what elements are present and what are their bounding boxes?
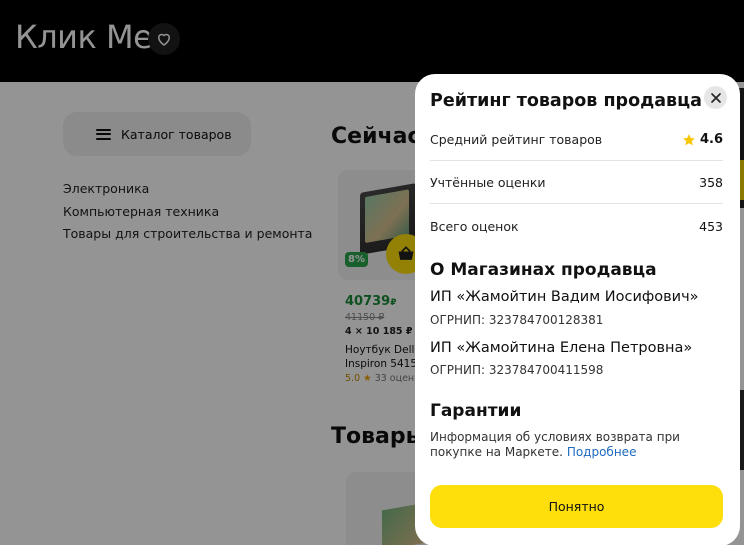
stat-counted-ratings: Учтённые оценки 358 (430, 162, 723, 204)
shops-heading: О Магазинах продавца (430, 260, 657, 280)
stat-value: 358 (699, 175, 723, 190)
dialog-title: Рейтинг товаров продавца (430, 91, 702, 111)
ok-button[interactable]: Понятно (430, 485, 723, 528)
stat-label: Всего оценок (430, 218, 519, 234)
shop-ogrn: ОГРНИП: 323784700411598 (430, 363, 604, 377)
shop-ogrn: ОГРНИП: 323784700128381 (430, 313, 604, 327)
average-rating-value: 4.6 (699, 132, 723, 147)
guarantee-heading: Гарантии (430, 401, 522, 421)
guarantee-text: Информация об условиях возврата при поку… (430, 430, 730, 460)
stat-label: Учтённые оценки (430, 175, 546, 190)
seller-rating-dialog: Рейтинг товаров продавца Средний рейтинг… (415, 74, 740, 545)
stat-total-ratings: Всего оценок 453 (430, 205, 723, 247)
stat-average-rating: Средний рейтинг товаров 4.6 (430, 119, 723, 161)
stat-value: 4.6 (682, 132, 723, 147)
close-icon (710, 92, 721, 103)
shop-name: ИП «Жамойтина Елена Петровна» (430, 340, 693, 356)
star-icon (683, 133, 695, 145)
shop-name: ИП «Жамойтин Вадим Иосифович» (430, 289, 699, 305)
more-info-link[interactable]: Подробнее (567, 445, 637, 459)
guarantee-description: Информация об условиях возврата при поку… (430, 430, 680, 459)
stat-label: Средний рейтинг товаров (430, 132, 603, 147)
close-button[interactable] (704, 86, 727, 109)
stat-value: 453 (699, 218, 723, 234)
